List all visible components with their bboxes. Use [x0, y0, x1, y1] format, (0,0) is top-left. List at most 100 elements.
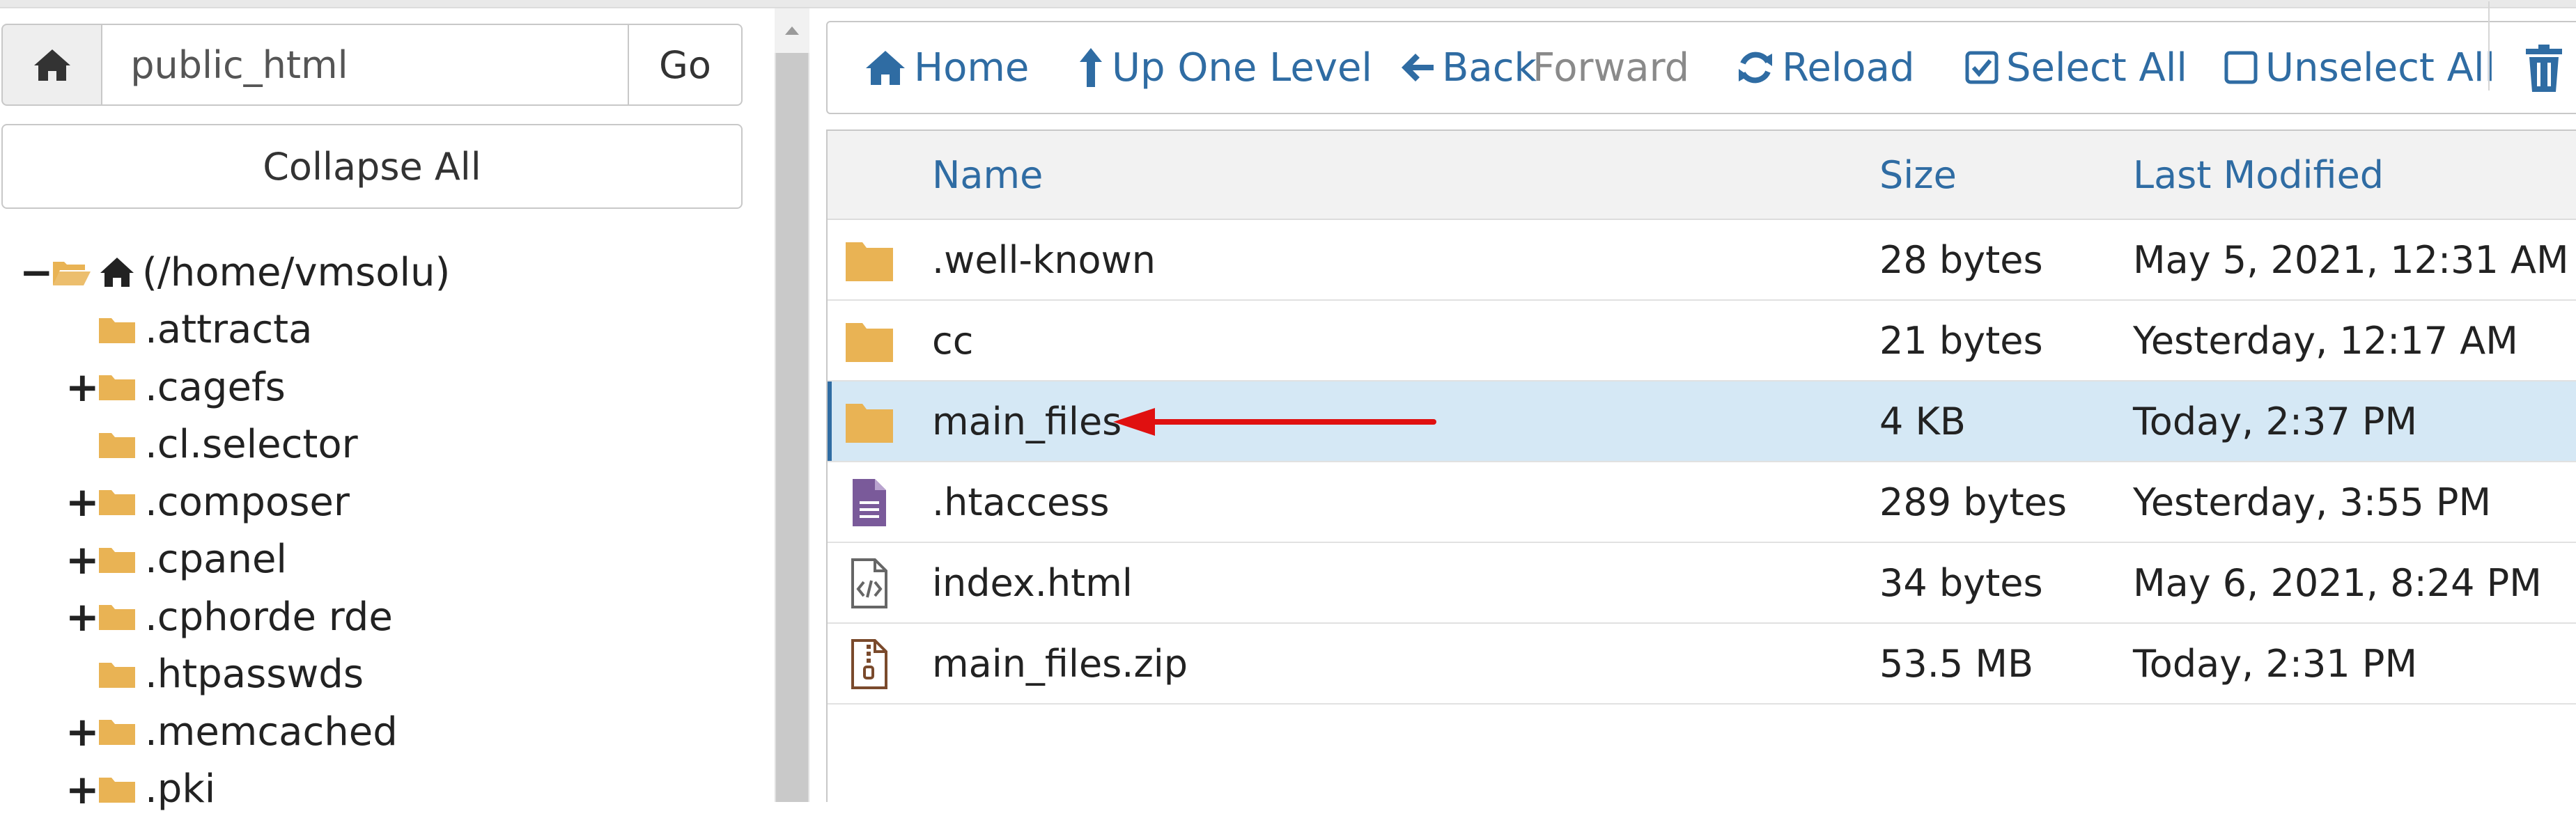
file-name: index.html: [932, 543, 1133, 622]
file-size: 28 bytes: [1879, 220, 2043, 299]
file-size: 53.5 MB: [1879, 624, 2033, 703]
column-header-last-modified[interactable]: Last Modified: [2133, 131, 2384, 219]
go-button[interactable]: Go: [629, 24, 743, 106]
file-last-modified: Yesterday, 12:17 AM: [2133, 301, 2518, 380]
up-one-level-label: Up One Level: [1112, 45, 1372, 91]
folder-icon: [98, 315, 137, 345]
directory-panel: Go Collapse All − (/home/vmsolu) .attracta…: [0, 8, 775, 802]
expand-toggle-icon[interactable]: +: [65, 482, 93, 522]
collapse-all-button[interactable]: Collapse All: [1, 124, 743, 209]
level-up-icon: [1080, 47, 1105, 88]
tree-item[interactable]: + .cagefs: [0, 359, 766, 416]
folder-icon: [98, 487, 137, 517]
window-top-edge: [0, 0, 2576, 8]
file-name: .well-known: [932, 220, 1156, 299]
file-last-modified: May 5, 2021, 12:31 AM: [2133, 220, 2569, 299]
file-name: main_files: [932, 382, 1122, 461]
expand-toggle-icon[interactable]: +: [65, 367, 93, 407]
unselect-all-label: Unselect All: [2265, 45, 2495, 91]
tree-item-label: .attracta: [145, 307, 312, 352]
file-list-table: Name Size Last Modified .well-known 28 by…: [826, 129, 2576, 802]
toolbar-divider: [2488, 1, 2490, 91]
table-row[interactable]: index.html 34 bytes May 6, 2021, 8:24 PM: [828, 543, 2576, 624]
home-label: Home: [914, 45, 1029, 91]
directory-tree: − (/home/vmsolu) .attracta + .cagefs .cl.sele…: [0, 244, 766, 818]
file-last-modified: Today, 2:31 PM: [2133, 624, 2417, 703]
tree-item[interactable]: +.cphorde rde: [0, 588, 766, 646]
tree-item-label: (/home/vmsolu): [142, 250, 450, 295]
folder-icon: [98, 545, 137, 574]
up-one-level-button[interactable]: Up One Level: [1080, 22, 1372, 113]
toolbar-home-button[interactable]: Home: [864, 22, 1029, 113]
table-header: Name Size Last Modified: [828, 131, 2576, 220]
expand-toggle-icon[interactable]: +: [65, 597, 93, 637]
column-header-name[interactable]: Name: [932, 131, 1043, 219]
panel-scrollbar[interactable]: [775, 8, 809, 802]
text-file-icon: [843, 478, 896, 528]
folder-icon: [843, 397, 896, 447]
folder-open-icon: [52, 258, 91, 287]
folder-icon: [843, 316, 896, 366]
folder-icon: [98, 660, 137, 689]
folder-icon: [98, 602, 137, 631]
tree-item-label: .cagefs: [145, 365, 286, 410]
home-icon: [33, 47, 72, 82]
file-size: 289 bytes: [1879, 462, 2067, 542]
file-size: 21 bytes: [1879, 301, 2043, 380]
file-toolbar: Home Up One Level Back Forward Reload Se…: [826, 21, 2576, 114]
home-directory-button[interactable]: [1, 24, 102, 106]
tree-item[interactable]: + .cpanel: [0, 531, 766, 589]
scroll-up-arrow-icon[interactable]: [775, 8, 809, 53]
expand-toggle-icon[interactable]: +: [65, 769, 93, 810]
file-last-modified: Today, 2:37 PM: [2133, 382, 2417, 461]
tree-item[interactable]: − (/home/vmsolu): [0, 244, 766, 301]
checkbox-checked-icon: [1964, 50, 1999, 85]
reload-icon: [1736, 48, 1775, 87]
tree-item-label: .htpasswds: [145, 652, 364, 697]
file-name: cc: [932, 301, 973, 380]
reload-button[interactable]: Reload: [1736, 22, 1915, 113]
expand-toggle-icon[interactable]: +: [65, 540, 93, 580]
file-size: 4 KB: [1879, 382, 1966, 461]
file-last-modified: May 6, 2021, 8:24 PM: [2133, 543, 2542, 622]
forward-button[interactable]: Forward: [1533, 22, 1689, 113]
unselect-all-button[interactable]: Unselect All: [2224, 22, 2495, 113]
tree-item[interactable]: .cl.selector: [0, 416, 766, 474]
file-name: main_files.zip: [932, 624, 1188, 703]
arrow-left-icon: [1400, 52, 1435, 83]
reload-label: Reload: [1782, 45, 1915, 91]
column-header-size[interactable]: Size: [1879, 131, 1957, 219]
collapse-toggle-icon[interactable]: −: [20, 252, 47, 292]
folder-icon: [98, 372, 137, 402]
table-row[interactable]: cc 21 bytes Yesterday, 12:17 AM: [828, 301, 2576, 382]
file-last-modified: Yesterday, 3:55 PM: [2133, 462, 2491, 542]
tree-item-label: .memcached: [145, 709, 398, 755]
tree-item-label: .cl.selector: [145, 422, 358, 467]
folder-icon: [843, 235, 896, 285]
back-button[interactable]: Back: [1400, 22, 1537, 113]
file-size: 34 bytes: [1879, 543, 2043, 622]
tree-item-label: .cpanel: [145, 537, 287, 582]
tree-item[interactable]: .htpasswds: [0, 646, 766, 704]
tree-item[interactable]: .attracta: [0, 301, 766, 359]
tree-item[interactable]: +.pki: [0, 761, 766, 818]
folder-icon: [98, 430, 137, 459]
trash-icon[interactable]: [2523, 43, 2565, 93]
table-row[interactable]: main_files 4 KB Today, 2:37 PM: [828, 382, 2576, 462]
file-name: .htaccess: [932, 462, 1110, 542]
table-row[interactable]: .htaccess 289 bytes Yesterday, 3:55 PM: [828, 462, 2576, 543]
table-row[interactable]: .well-known 28 bytes May 5, 2021, 12:31 AM: [828, 220, 2576, 301]
tree-item-label: .composer: [145, 480, 350, 525]
tree-item[interactable]: + .memcached: [0, 703, 766, 761]
back-label: Back: [1442, 45, 1537, 91]
select-all-button[interactable]: Select All: [1964, 22, 2187, 113]
table-row[interactable]: main_files.zip 53.5 MB Today, 2:31 PM: [828, 624, 2576, 705]
checkbox-empty-icon: [2224, 50, 2258, 85]
select-all-label: Select All: [2006, 45, 2187, 91]
path-input[interactable]: [102, 24, 629, 106]
tree-item[interactable]: + .composer: [0, 473, 766, 531]
code-file-icon: [843, 558, 896, 608]
expand-toggle-icon[interactable]: +: [65, 711, 93, 752]
home-icon: [864, 49, 907, 86]
annotation-arrow: [1110, 401, 1438, 443]
